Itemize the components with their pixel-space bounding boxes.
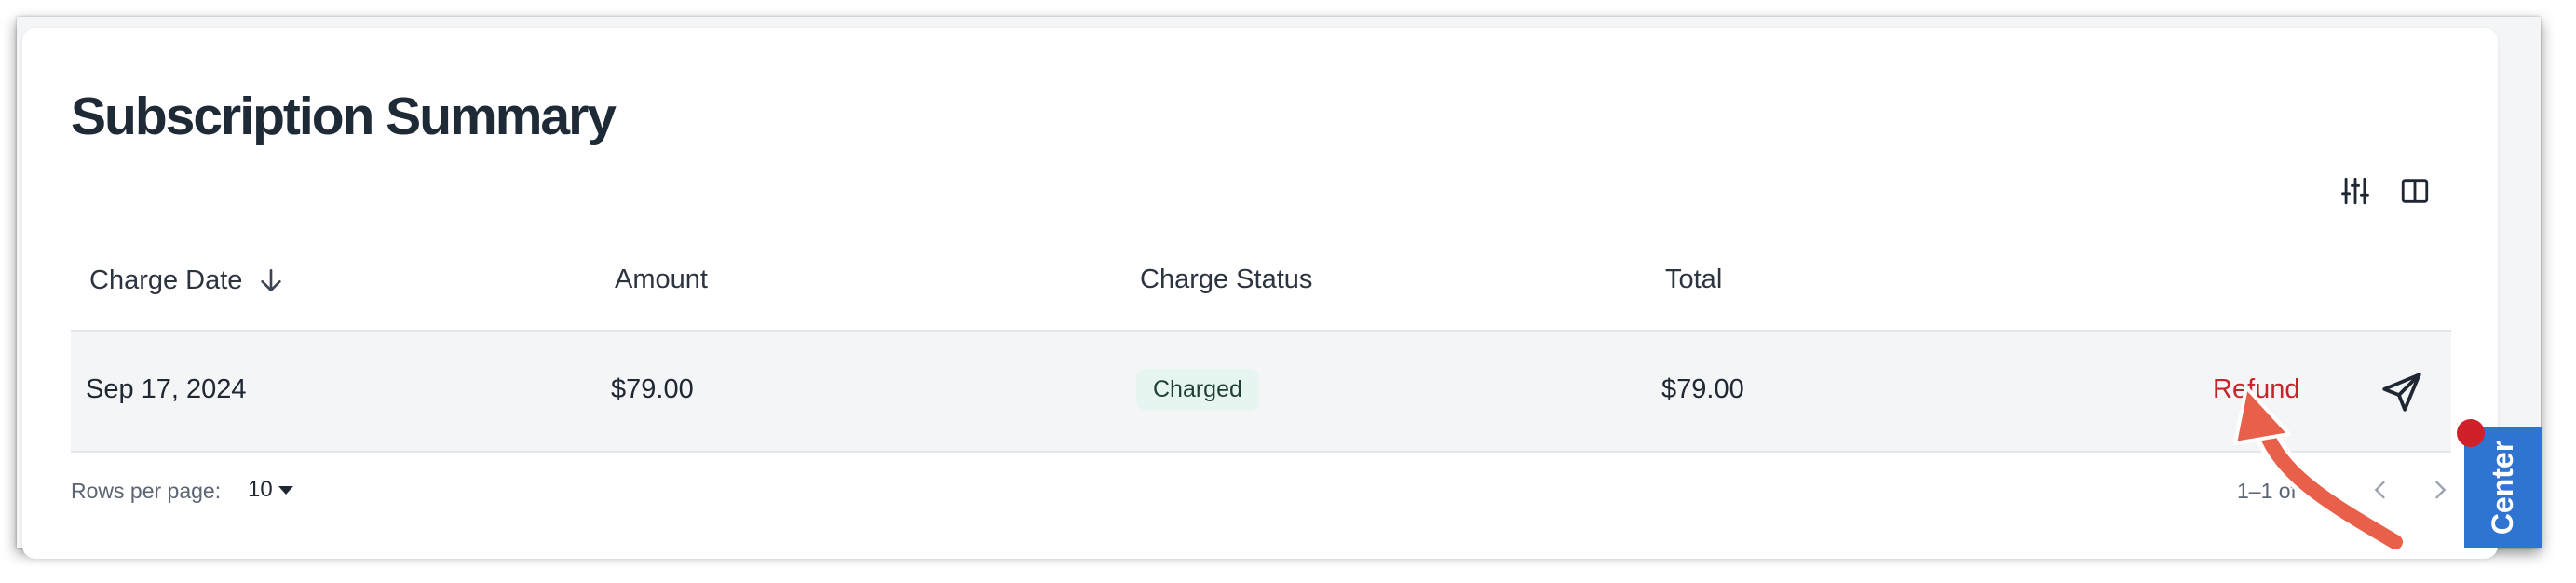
column-label: Amount: [615, 264, 708, 294]
refund-button[interactable]: Refund: [2213, 374, 2300, 405]
arrow-down-icon[interactable]: [255, 264, 287, 296]
column-header-charge-status[interactable]: Charge Status: [1140, 264, 1312, 295]
column-label: Charge Status: [1140, 264, 1313, 294]
table-header: Charge Date Amount Charge Status Total: [71, 229, 2451, 332]
side-tab-label: Center: [2486, 440, 2520, 535]
page-title: Subscription Summary: [71, 87, 617, 146]
caret-down-icon: [278, 485, 293, 495]
pagination-range: 1–1 of 1: [2237, 479, 2315, 503]
total-cell: $79.00: [1661, 374, 1744, 404]
app-window: Subscription Summary Charge Date Amount …: [17, 17, 2541, 559]
charge-date-cell: Sep 17, 2024: [86, 374, 247, 404]
column-header-total[interactable]: Total: [1665, 264, 1722, 295]
column-header-charge-date[interactable]: Charge Date: [89, 264, 287, 296]
columns-icon[interactable]: [2392, 168, 2438, 214]
amount-cell: $79.00: [611, 374, 694, 404]
rows-per-page-select[interactable]: 10: [248, 477, 293, 503]
notification-dot: [2457, 419, 2485, 447]
sliders-icon[interactable]: [2332, 168, 2379, 214]
status-badge: Charged: [1136, 369, 1259, 411]
chevron-left-icon[interactable]: [2362, 471, 2399, 508]
column-label: Total: [1665, 264, 1723, 294]
pagination-bar: Rows per page: 10 1–1 of 1: [71, 453, 2451, 531]
rows-per-page-value: 10: [248, 477, 273, 502]
subscription-summary-card: Subscription Summary Charge Date Amount …: [22, 28, 2498, 559]
charges-table: Charge Date Amount Charge Status Total S…: [71, 229, 2451, 531]
column-label: Charge Date: [89, 264, 243, 295]
table-row[interactable]: Sep 17, 2024 $79.00 Charged $79.00 Refun…: [71, 332, 2451, 453]
chevron-right-icon[interactable]: [2421, 471, 2459, 508]
send-icon[interactable]: [2379, 369, 2425, 415]
column-header-amount[interactable]: Amount: [615, 264, 708, 295]
rows-per-page-label: Rows per page:: [71, 479, 222, 503]
